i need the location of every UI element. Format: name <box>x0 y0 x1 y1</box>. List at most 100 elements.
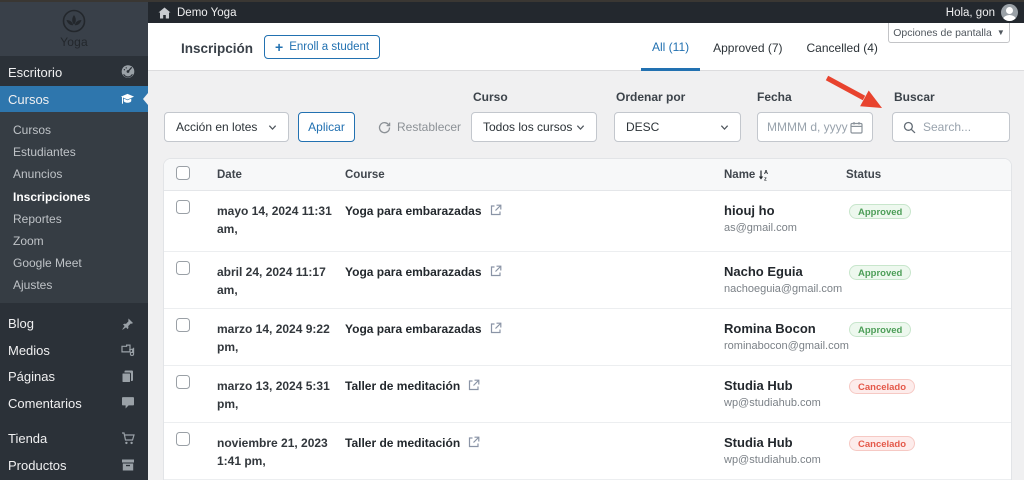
cell-date: abril 24, 2024 11:17 am, <box>217 265 326 297</box>
course-link[interactable]: Yoga para embarazadas <box>345 321 482 337</box>
screen-options-button[interactable]: Opciones de pantalla ▼ <box>888 23 1010 43</box>
submenu-item-inscripciones[interactable]: Inscripciones <box>0 186 148 208</box>
enroll-student-button[interactable]: + Enroll a student <box>264 35 381 59</box>
logo-text: Yoga <box>60 35 88 49</box>
submenu-item-ajustes[interactable]: Ajustes <box>0 274 148 296</box>
tab-cancelled[interactable]: Cancelled (4) <box>796 23 889 71</box>
date-filter-label: Fecha <box>757 90 792 104</box>
date-filter-input[interactable]: MMMM d, yyyy <box>757 112 873 142</box>
graduation-cap-icon <box>120 92 135 107</box>
cell-email: wp@studiahub.com <box>724 397 821 409</box>
tab-approved[interactable]: Approved (7) <box>702 23 793 71</box>
tab-all[interactable]: All (11) <box>641 23 701 71</box>
sidebar-item-comentarios[interactable]: Comentarios <box>0 390 148 417</box>
status-badge: Approved <box>849 322 912 337</box>
column-header-course[interactable]: Course <box>345 169 724 181</box>
row-checkbox[interactable] <box>176 375 190 389</box>
sidebar-item-blog[interactable]: Blog <box>0 311 148 338</box>
status-tabs: All (11) Approved (7) Cancelled (4) <box>641 23 891 71</box>
bulk-action-select[interactable]: Acción en lotes <box>164 112 289 142</box>
cell-name[interactable]: Studia Hub <box>724 378 846 394</box>
table-row: mayo 14, 2024 11:31 am, Yoga para embara… <box>164 191 1011 252</box>
row-checkbox[interactable] <box>176 261 190 275</box>
sidebar-item-productos[interactable]: Productos <box>0 452 148 479</box>
column-header-status[interactable]: Status <box>846 169 1011 181</box>
external-link-icon[interactable] <box>468 379 480 391</box>
home-icon <box>158 7 171 18</box>
wordpress-admin-page: Yoga Escritorio Cursos Cursos Estudiante… <box>0 0 1024 480</box>
main-content: Inscripción + Enroll a student All (11) … <box>148 23 1024 480</box>
column-header-date[interactable]: Date <box>217 169 345 181</box>
cell-name[interactable]: hiouj ho <box>724 203 846 219</box>
course-link[interactable]: Taller de meditación <box>345 435 460 451</box>
sidebar-item-cursos[interactable]: Cursos <box>0 86 148 112</box>
reset-button[interactable]: Restablecer <box>378 112 461 142</box>
site-name: Demo Yoga <box>177 6 237 19</box>
comments-icon <box>120 396 135 411</box>
search-placeholder: Search... <box>923 120 972 134</box>
lotus-logo-icon <box>62 9 86 33</box>
sidebar-item-medios[interactable]: Medios <box>0 337 148 364</box>
submenu-item-anuncios[interactable]: Anuncios <box>0 163 148 185</box>
sort-alpha-icon: A z <box>759 170 768 181</box>
external-link-icon[interactable] <box>490 322 502 334</box>
cell-date: marzo 14, 2024 9:22 pm, <box>217 322 330 354</box>
sidebar-item-escritorio[interactable]: Escritorio <box>0 57 148 86</box>
column-header-name[interactable]: Name A z <box>724 169 846 181</box>
external-link-icon[interactable] <box>490 265 502 277</box>
account-menu[interactable]: Hola, gon <box>946 4 1024 21</box>
external-link-icon[interactable] <box>468 436 480 448</box>
greeting-text: Hola, gon <box>945 6 995 19</box>
menu-separator <box>0 417 148 426</box>
submenu-item-zoom[interactable]: Zoom <box>0 230 148 252</box>
cart-icon <box>120 431 135 446</box>
apply-label: Aplicar <box>308 120 345 134</box>
archive-box-icon <box>120 458 135 473</box>
course-link[interactable]: Yoga para embarazadas <box>345 203 482 219</box>
user-avatar <box>1001 4 1018 21</box>
course-filter-select[interactable]: Todos los cursos <box>471 112 597 142</box>
course-filter-label: Curso <box>473 90 508 104</box>
apply-button[interactable]: Aplicar <box>298 112 355 142</box>
site-logo[interactable]: Yoga <box>0 0 148 56</box>
pages-icon <box>120 369 135 384</box>
site-link[interactable]: Demo Yoga <box>148 7 236 19</box>
submenu-item-estudiantes[interactable]: Estudiantes <box>0 141 148 163</box>
cell-email: as@gmail.com <box>724 222 797 234</box>
search-input[interactable]: Search... <box>892 112 1010 142</box>
dashboard-icon <box>120 64 135 79</box>
cell-name[interactable]: Nacho Eguia <box>724 264 846 280</box>
course-link[interactable]: Taller de meditación <box>345 378 460 394</box>
active-menu-notch <box>143 93 148 105</box>
course-link[interactable]: Yoga para embarazadas <box>345 264 482 280</box>
row-checkbox[interactable] <box>176 318 190 332</box>
admin-sidebar: Yoga Escritorio Cursos Cursos Estudiante… <box>0 0 148 480</box>
cell-name[interactable]: Romina Bocon <box>724 321 846 337</box>
window-top-edge <box>0 0 1024 2</box>
cell-name[interactable]: Studia Hub <box>724 435 846 451</box>
chevron-down-icon <box>576 124 585 130</box>
status-badge: Approved <box>849 204 912 219</box>
external-link-icon[interactable] <box>490 204 502 216</box>
course-filter-value: Todos los cursos <box>483 120 573 134</box>
select-all-checkbox[interactable] <box>176 166 190 180</box>
chevron-down-icon <box>720 124 729 130</box>
table-row: marzo 13, 2024 5:31 pm, Taller de medita… <box>164 366 1011 423</box>
status-badge: Cancelado <box>849 436 916 451</box>
cell-date: noviembre 21, 2023 1:41 pm, <box>217 436 328 468</box>
cell-date: mayo 14, 2024 11:31 am, <box>217 204 332 236</box>
row-checkbox[interactable] <box>176 200 190 214</box>
screen-options-label: Opciones de pantalla <box>893 26 992 39</box>
cell-email: nachoeguia@gmail.com <box>724 283 843 295</box>
row-checkbox[interactable] <box>176 432 190 446</box>
cell-date: marzo 13, 2024 5:31 pm, <box>217 379 330 411</box>
admin-top-bar: Demo Yoga Hola, gon <box>148 2 1024 23</box>
enroll-button-label: Enroll a student <box>289 41 370 53</box>
submenu-item-google-meet[interactable]: Google Meet <box>0 252 148 274</box>
status-badge: Cancelado <box>849 379 916 394</box>
sidebar-item-tienda[interactable]: Tienda <box>0 425 148 452</box>
submenu-item-cursos[interactable]: Cursos <box>0 119 148 141</box>
order-filter-select[interactable]: DESC <box>614 112 741 142</box>
sidebar-item-paginas[interactable]: Páginas <box>0 364 148 391</box>
submenu-item-reportes[interactable]: Reportes <box>0 208 148 230</box>
